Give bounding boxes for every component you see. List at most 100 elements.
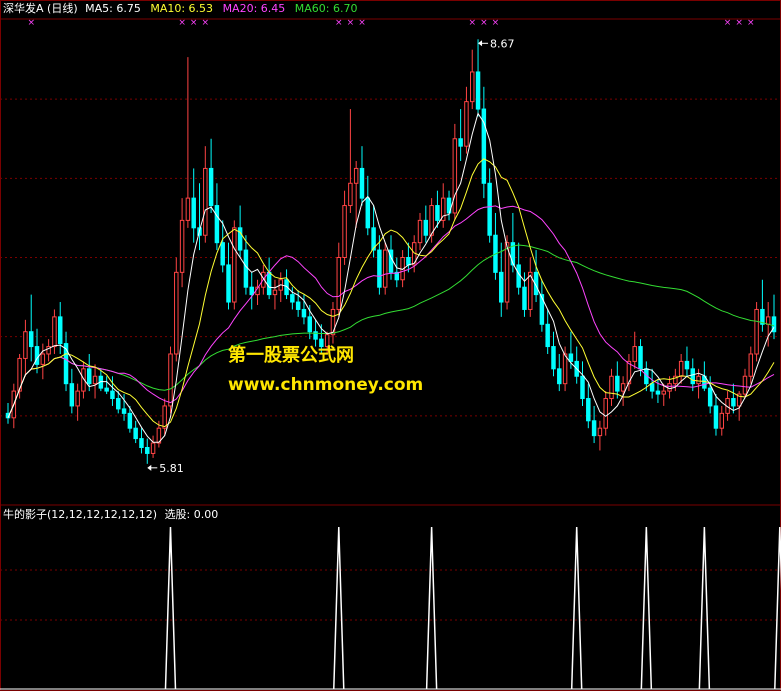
- candle-body: [545, 323, 550, 348]
- candle-body: [295, 301, 301, 310]
- candle-body: [382, 249, 388, 288]
- candle-body: [52, 316, 57, 348]
- chart-window: 8.675.81×××××××××××××× 深华发A (日线) MA5: 6.…: [0, 0, 781, 691]
- candle-body: [748, 353, 754, 377]
- candle-body: [377, 249, 382, 288]
- candle-body: [330, 308, 336, 336]
- signal-marker: ×: [735, 18, 743, 28]
- candle-body: [104, 387, 109, 392]
- candle-body: [696, 375, 701, 385]
- candle-body: [551, 346, 556, 370]
- candle-body: [336, 257, 342, 310]
- signal-marker: ×: [468, 18, 476, 28]
- candle-body: [557, 368, 562, 385]
- ma10-label: MA10: 6.53: [150, 2, 214, 15]
- candle-body: [232, 227, 237, 303]
- candle-body: [150, 442, 156, 454]
- signal-marker: ×: [480, 18, 488, 28]
- candle-body: [458, 138, 463, 147]
- chart-frame: [0, 0, 781, 691]
- candle-body: [562, 353, 568, 385]
- candle-body: [609, 375, 614, 400]
- candle-body: [475, 71, 481, 110]
- candle-body: [615, 375, 620, 392]
- indicator-spike: [698, 526, 711, 690]
- candle-body: [754, 308, 759, 355]
- candle-body: [87, 368, 92, 385]
- signal-marker: ×: [190, 18, 198, 28]
- ma5-label: MA5: 6.75: [85, 2, 141, 15]
- candle-body: [191, 197, 196, 229]
- candle-body: [638, 346, 643, 370]
- candle-body: [342, 205, 347, 258]
- candle-body: [435, 205, 440, 221]
- signal-marker: ×: [492, 18, 500, 28]
- signal-marker: ×: [202, 18, 210, 28]
- annotation-arrowhead: [147, 464, 152, 471]
- stock-name: 深华发A: [3, 2, 44, 15]
- candle-body: [290, 294, 295, 303]
- signal-marker: ×: [178, 18, 186, 28]
- candle-body: [429, 205, 434, 236]
- annotation-arrowhead: [478, 40, 483, 47]
- watermark-title: 第一股票公式网: [228, 345, 354, 366]
- candle-body: [620, 383, 626, 392]
- signal-marker: ×: [747, 18, 755, 28]
- indicator-spike: [425, 526, 438, 690]
- candle-body: [185, 197, 191, 221]
- indicator-header: 牛的影子(12,12,12,12,12,12) 选股: 0.00: [3, 508, 218, 522]
- candle-body: [731, 398, 736, 407]
- candle-body: [127, 412, 133, 429]
- candle-body: [359, 167, 365, 199]
- indicator-spike: [164, 526, 177, 690]
- candle-body: [580, 375, 585, 400]
- signal-marker: ×: [347, 18, 355, 28]
- candle-body: [226, 264, 231, 303]
- candle-body: [162, 405, 167, 429]
- candle-body: [667, 383, 672, 392]
- candle-body: [307, 316, 312, 333]
- watermark-url: www.chnmoney.com: [228, 375, 424, 395]
- candle-body: [139, 438, 144, 448]
- candle-body: [591, 420, 597, 437]
- candle-body: [69, 383, 75, 407]
- candle-body: [214, 205, 220, 244]
- candle-body: [28, 331, 34, 348]
- candle-body: [208, 167, 214, 207]
- candle-body: [649, 383, 655, 392]
- candle-body: [713, 405, 719, 429]
- stock-chart-svg[interactable]: 8.675.81××××××××××××××: [0, 0, 781, 691]
- candle-body: [266, 271, 272, 296]
- candle-body: [452, 138, 458, 214]
- main-chart-header: 深华发A (日线) MA5: 6.75 MA10: 6.53 MA20: 6.4…: [3, 2, 364, 16]
- candle-body: [499, 271, 504, 303]
- annotation-label: 8.67: [490, 37, 514, 50]
- candle-body: [249, 286, 254, 296]
- candle-body: [417, 219, 423, 244]
- candle-body: [243, 249, 249, 288]
- candle-body: [348, 182, 353, 207]
- candle-body: [110, 390, 115, 400]
- candle-body: [220, 242, 225, 266]
- candle-body: [522, 286, 527, 310]
- ma20-label: MA20: 6.45: [222, 2, 286, 15]
- candle-body: [406, 257, 411, 266]
- indicator-value: 选股: 0.00: [164, 508, 219, 521]
- signal-marker: ×: [27, 18, 35, 28]
- candle-body: [121, 408, 127, 414]
- candle-body: [568, 353, 574, 362]
- candle-body: [684, 360, 690, 370]
- signal-marker: ×: [724, 18, 732, 28]
- candle-body: [464, 101, 469, 147]
- candle-body: [57, 316, 63, 345]
- candle-body: [597, 427, 603, 437]
- candle-body: [75, 390, 80, 407]
- candle-body: [145, 447, 150, 454]
- candle-body: [23, 331, 28, 359]
- candle-body: [174, 271, 179, 355]
- candle-body: [365, 197, 371, 229]
- indicator-spike: [640, 526, 653, 690]
- candle-body: [203, 167, 208, 236]
- candle-body: [353, 167, 359, 184]
- candle-body: [765, 316, 771, 325]
